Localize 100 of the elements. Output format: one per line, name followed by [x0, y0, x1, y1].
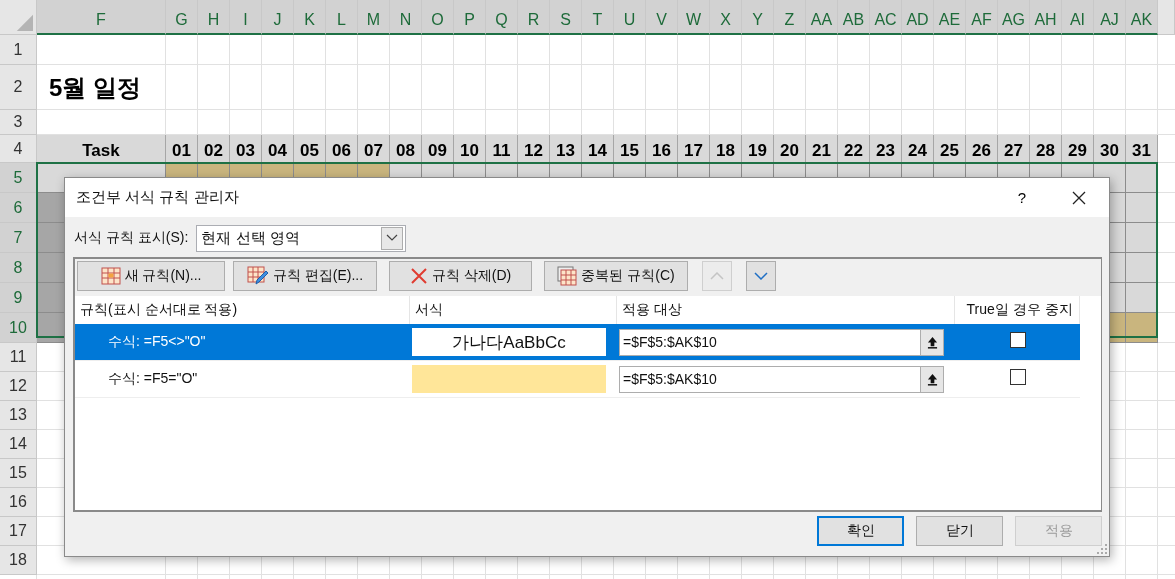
- dialog-button[interactable]: 확인: [817, 516, 904, 546]
- row-header[interactable]: 5: [0, 163, 37, 193]
- row-header[interactable]: 3: [0, 110, 37, 135]
- header-cell: 25: [934, 135, 966, 163]
- table-icon: [100, 267, 121, 285]
- column-header[interactable]: Q: [486, 0, 518, 35]
- header-cell: 27: [998, 135, 1030, 163]
- row-header[interactable]: 15: [0, 459, 37, 488]
- column-header[interactable]: O: [422, 0, 454, 35]
- upload-arrow-icon: [926, 372, 938, 386]
- close-icon: [1072, 190, 1086, 205]
- rule-row[interactable]: 수식: =F5="O" =$F$5:$AK$10: [75, 361, 1080, 398]
- column-header[interactable]: U: [614, 0, 646, 35]
- header-cell: 31: [1126, 135, 1158, 163]
- column-header[interactable]: I: [230, 0, 262, 35]
- range-field[interactable]: =$F$5:$AK$10: [619, 328, 944, 356]
- column-header[interactable]: AB: [838, 0, 870, 35]
- column-header[interactable]: AI: [1062, 0, 1094, 35]
- row-header[interactable]: 4: [0, 135, 37, 163]
- header-cell: 13: [550, 135, 582, 163]
- row-header[interactable]: 16: [0, 488, 37, 517]
- header-cell: 14: [582, 135, 614, 163]
- stop-checkbox[interactable]: [1009, 332, 1026, 348]
- column-header[interactable]: AJ: [1094, 0, 1126, 35]
- column-header[interactable]: X: [710, 0, 742, 35]
- column-header[interactable]: AG: [998, 0, 1030, 35]
- column-header[interactable]: R: [518, 0, 550, 35]
- column-header[interactable]: AA: [806, 0, 838, 35]
- row-header[interactable]: 17: [0, 517, 37, 546]
- table-pencil-icon: [246, 266, 269, 286]
- column-header[interactable]: AC: [870, 0, 902, 35]
- header-cell: 03: [230, 135, 262, 163]
- row-header[interactable]: 7: [0, 223, 37, 253]
- row-header[interactable]: 9: [0, 283, 37, 313]
- header-cell: 16: [646, 135, 678, 163]
- column-header[interactable]: T: [582, 0, 614, 35]
- column-header[interactable]: Y: [742, 0, 774, 35]
- header-cell: 04: [262, 135, 294, 163]
- delete-rule-button[interactable]: 규칙 삭제(D): [389, 261, 532, 291]
- row-header[interactable]: 1: [0, 35, 37, 65]
- header-cell: 19: [742, 135, 774, 163]
- show-rules-dropdown[interactable]: 현재 선택 영역: [196, 224, 407, 252]
- column-header[interactable]: H: [198, 0, 230, 35]
- header-cell: 12: [518, 135, 550, 163]
- header-cell: 30: [1094, 135, 1126, 163]
- column-header[interactable]: Z: [774, 0, 806, 35]
- chevron-down-icon: [754, 272, 768, 280]
- row-header[interactable]: 12: [0, 372, 37, 401]
- row-header[interactable]: 13: [0, 401, 37, 430]
- chevron-up-icon: [710, 272, 724, 280]
- row-header[interactable]: 11: [0, 343, 37, 372]
- column-header[interactable]: AK: [1126, 0, 1158, 35]
- column-header[interactable]: W: [678, 0, 710, 35]
- row-header[interactable]: 6: [0, 193, 37, 223]
- row-header[interactable]: 18: [0, 546, 37, 575]
- header-cell: 26: [966, 135, 998, 163]
- header-cell: 29: [1062, 135, 1094, 163]
- column-header[interactable]: AD: [902, 0, 934, 35]
- column-header[interactable]: M: [358, 0, 390, 35]
- column-header[interactable]: N: [390, 0, 422, 35]
- rule-formula: 수식: =F5="O": [107, 370, 198, 388]
- header-cell: 01: [166, 135, 198, 163]
- column-header[interactable]: K: [294, 0, 326, 35]
- stop-checkbox[interactable]: [1009, 369, 1026, 385]
- column-header[interactable]: J: [262, 0, 294, 35]
- header-cell: 07: [358, 135, 390, 163]
- range-field[interactable]: =$F$5:$AK$10: [619, 365, 944, 393]
- header-cell: 08: [390, 135, 422, 163]
- collapse-button[interactable]: [920, 329, 943, 355]
- header-cell: 17: [678, 135, 710, 163]
- collapse-button[interactable]: [920, 366, 943, 392]
- column-header[interactable]: G: [166, 0, 198, 35]
- header-cell: 28: [1030, 135, 1062, 163]
- resize-grip-icon[interactable]: [1097, 544, 1107, 554]
- row-header[interactable]: 8: [0, 253, 37, 283]
- help-button[interactable]: ?: [1012, 182, 1032, 213]
- rule-row[interactable]: 수식: =F5<>"O" 가나다AaBbCc =$F$5:$AK$10: [75, 324, 1080, 361]
- delete-x-icon: [409, 267, 428, 285]
- column-header[interactable]: L: [326, 0, 358, 35]
- column-header[interactable]: AE: [934, 0, 966, 35]
- row-header[interactable]: 14: [0, 430, 37, 459]
- header-cell: 05: [294, 135, 326, 163]
- row-header[interactable]: 2: [0, 65, 37, 110]
- column-header[interactable]: S: [550, 0, 582, 35]
- column-header[interactable]: P: [454, 0, 486, 35]
- column-header[interactable]: AF: [966, 0, 998, 35]
- new-rule-button[interactable]: 새 규칙(N)...: [77, 261, 225, 291]
- show-rules-label: 서식 규칙 표시(S):: [74, 229, 189, 247]
- dialog-button[interactable]: 닫기: [916, 516, 1003, 546]
- row-header[interactable]: 10: [0, 313, 37, 343]
- format-preview: 가나다AaBbCc: [412, 328, 606, 356]
- column-header[interactable]: V: [646, 0, 678, 35]
- header-cell: 24: [902, 135, 934, 163]
- edit-rule-button[interactable]: 규칙 편집(E)...: [233, 261, 377, 291]
- duplicate-rule-button[interactable]: 중복된 규칙(C): [544, 261, 688, 291]
- sheet-title: 5월 일정: [49, 72, 141, 103]
- column-header[interactable]: F: [37, 0, 166, 35]
- column-header[interactable]: AH: [1030, 0, 1062, 35]
- header-cell: 02: [198, 135, 230, 163]
- header-cell: 06: [326, 135, 358, 163]
